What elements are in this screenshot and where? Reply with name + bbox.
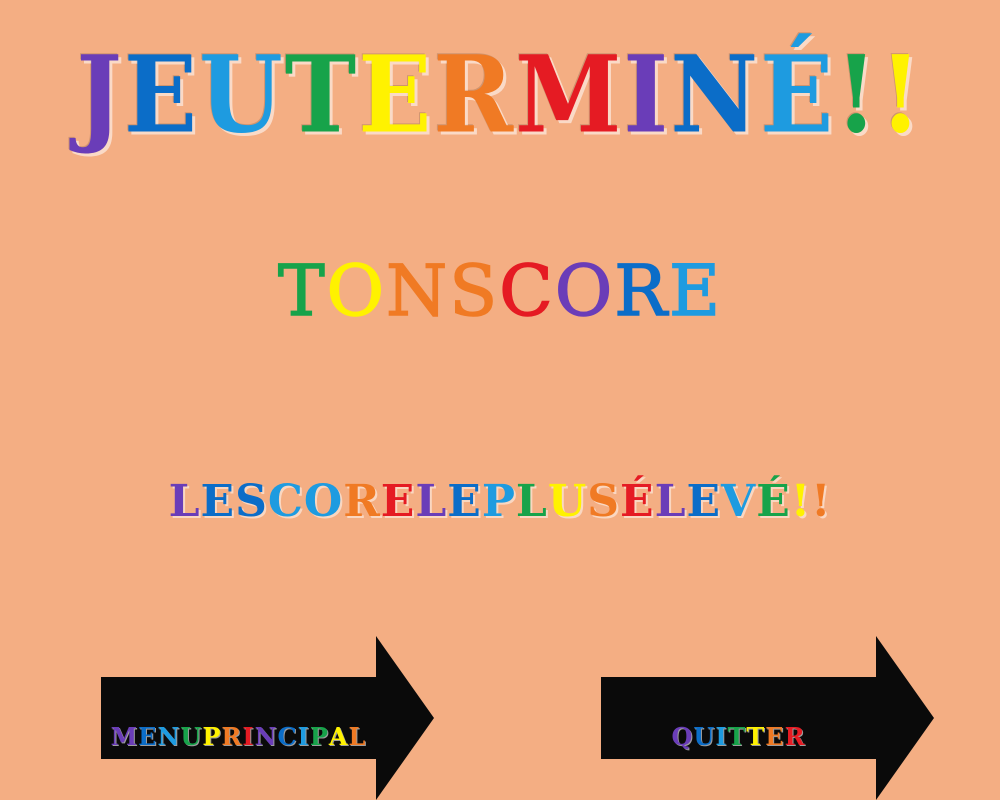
game-over-title-text: JEU TERMINÉ!! <box>76 32 924 157</box>
high-score-label: LE SCORE LE PLUS ÉLEVÉ!! <box>0 476 1000 527</box>
quit-button-label: QUITTER <box>601 676 876 798</box>
main-menu-button[interactable]: MENU PRINCIPAL <box>101 636 434 800</box>
your-score-label: TON SCORE <box>0 249 1000 333</box>
main-menu-button-label: MENU PRINCIPAL <box>101 676 376 798</box>
quit-button-text: QUITTER <box>671 722 806 751</box>
main-menu-button-text: MENU PRINCIPAL <box>110 722 367 751</box>
your-score-label-text: TON SCORE <box>277 249 723 333</box>
high-score-label-text: LE SCORE LE PLUS ÉLEVÉ!! <box>168 476 832 527</box>
quit-button[interactable]: QUITTER <box>601 636 934 800</box>
game-over-title: JEU TERMINÉ!! <box>0 32 1000 157</box>
